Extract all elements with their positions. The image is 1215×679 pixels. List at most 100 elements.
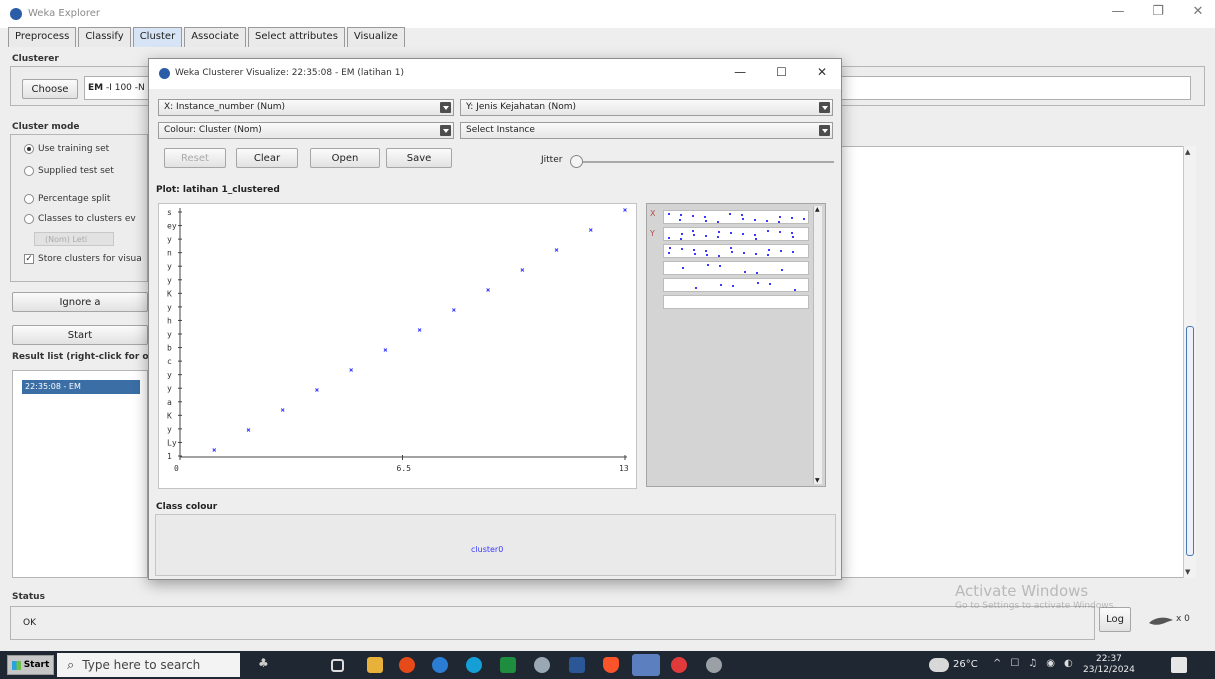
select-instance-select[interactable]: Select Instance — [460, 122, 833, 139]
attribute-bar[interactable] — [663, 295, 809, 309]
x-axis-select[interactable]: X: Instance_number (Num) — [158, 99, 454, 116]
radio-classes-to-clusters[interactable]: Classes to clusters ev — [24, 214, 136, 224]
attribute-dot — [694, 253, 696, 255]
attribute-bar[interactable] — [663, 210, 809, 224]
y-tick-label: b — [167, 344, 172, 353]
activate-windows-subtext: Go to Settings to activate Windows. — [955, 601, 1117, 611]
scroll-down-icon[interactable]: ▼ — [1185, 568, 1190, 576]
dialog-maximize-icon[interactable]: ☐ — [776, 65, 787, 79]
close-icon[interactable]: ✕ — [1191, 4, 1205, 19]
data-point[interactable] — [451, 308, 456, 312]
dialog-minimize-icon[interactable]: — — [734, 65, 746, 79]
x-tick-label: 6.5 — [397, 464, 412, 473]
dialog-close-icon[interactable]: ✕ — [817, 65, 827, 79]
data-point[interactable] — [315, 388, 319, 392]
weka-taskbar-icon[interactable] — [632, 654, 660, 676]
data-point[interactable] — [623, 208, 627, 212]
network-app-icon[interactable] — [534, 657, 550, 673]
choose-button[interactable]: Choose — [22, 79, 78, 99]
windows-logo-icon — [11, 660, 21, 670]
ignore-attributes-button[interactable]: Ignore a — [12, 292, 148, 312]
tab-cluster[interactable]: Cluster — [132, 27, 183, 47]
data-point[interactable] — [554, 248, 559, 252]
excel-icon[interactable] — [500, 657, 516, 673]
attribute-dot — [754, 219, 756, 221]
data-point[interactable] — [212, 448, 217, 452]
scrollbar-thumb[interactable] — [1186, 326, 1194, 556]
data-point[interactable] — [588, 228, 593, 232]
notifications-icon[interactable] — [1171, 657, 1187, 673]
scroll-up-icon[interactable]: ▲ — [1185, 148, 1190, 156]
taskbar-search-box[interactable]: ⌕ Type here to search — [57, 653, 240, 677]
y-tick-label: 1 — [167, 452, 172, 461]
dialog-title: Weka Clusterer Visualize: 22:35:08 - EM … — [175, 68, 404, 78]
attribute-dot — [720, 284, 722, 286]
data-point[interactable] — [246, 428, 251, 432]
result-list-label: Result list (right-click for op — [12, 352, 156, 362]
data-point[interactable] — [417, 328, 422, 332]
scroll-down-icon[interactable]: ▼ — [815, 477, 820, 484]
office-icon[interactable] — [399, 657, 415, 673]
attribute-dot — [729, 213, 731, 215]
attribute-bars[interactable] — [663, 210, 809, 312]
attribute-bars-panel[interactable]: X Y ▲ ▼ — [646, 203, 826, 487]
tab-select-attributes[interactable]: Select attributes — [248, 27, 345, 47]
data-point[interactable] — [486, 288, 490, 292]
tab-preprocess[interactable]: Preprocess — [8, 27, 77, 47]
y-tick-label: y — [167, 303, 172, 312]
file-explorer-icon[interactable] — [367, 657, 383, 673]
radio-percentage-split[interactable]: Percentage split — [24, 194, 110, 204]
colour-select[interactable]: Colour: Cluster (Nom) — [158, 122, 454, 139]
class-attribute-select[interactable]: (Nom) Leti — [34, 232, 114, 246]
store-clusters-checkbox[interactable]: ✓ Store clusters for visua — [24, 254, 142, 264]
tab-visualize[interactable]: Visualize — [346, 27, 405, 47]
people-icon[interactable]: ♣ — [258, 656, 288, 672]
jitter-slider-thumb[interactable] — [570, 155, 583, 168]
radio-use-training-set[interactable]: Use training set — [24, 144, 109, 154]
output-scrollbar[interactable]: ▲ ▼ — [1183, 146, 1196, 578]
save-button[interactable]: Save — [386, 148, 452, 168]
attribute-dot — [679, 219, 681, 221]
y-axis-select[interactable]: Y: Jenis Kejahatan (Nom) — [460, 99, 833, 116]
clusterer-name: EM — [88, 83, 104, 93]
onedrive-icon[interactable] — [432, 657, 448, 673]
result-list-item[interactable]: 22:35:08 - EM — [22, 380, 140, 394]
weather-icon[interactable] — [929, 658, 949, 672]
attr-panel-scrollbar[interactable]: ▲ ▼ — [813, 206, 822, 484]
scroll-up-icon[interactable]: ▲ — [815, 206, 820, 213]
misc-app-icon[interactable] — [706, 657, 722, 673]
attribute-bar[interactable] — [663, 244, 809, 258]
data-point[interactable] — [349, 368, 354, 372]
start-button[interactable]: Start — [12, 325, 148, 345]
y-tick-label: h — [167, 316, 172, 325]
attribute-bar[interactable] — [663, 227, 809, 241]
attribute-bar[interactable] — [663, 261, 809, 275]
tab-associate[interactable]: Associate — [184, 27, 247, 47]
jitter-slider-track[interactable] — [572, 161, 834, 163]
edge-icon[interactable] — [466, 657, 482, 673]
clusterer-output-panel[interactable] — [838, 146, 1196, 578]
weather-temp[interactable]: 26°C — [953, 659, 978, 670]
radio-supplied-test-set[interactable]: Supplied test set — [24, 166, 114, 176]
attribute-bar[interactable] — [663, 278, 809, 292]
task-view-icon[interactable] — [331, 659, 344, 672]
tab-classify[interactable]: Classify — [78, 27, 131, 47]
result-list-panel[interactable]: 22:35:08 - EM — [12, 370, 148, 578]
cluster-legend-label[interactable]: cluster0 — [471, 545, 503, 554]
word-icon[interactable] — [569, 657, 585, 673]
brave-icon[interactable] — [603, 657, 619, 673]
maximize-icon[interactable]: ❐ — [1151, 4, 1165, 19]
start-button-taskbar[interactable]: Start — [7, 655, 54, 675]
attribute-dot — [695, 287, 697, 289]
minimize-icon[interactable]: — — [1111, 4, 1125, 19]
data-point[interactable] — [280, 408, 285, 412]
tab-bar: Preprocess Classify Cluster Associate Se… — [8, 27, 407, 47]
scatter-plot[interactable]: s ey y n y y Ky h y b c y y a Ky Ly 1 0 6.5 13 — [158, 203, 637, 489]
open-button[interactable]: Open — [310, 148, 380, 168]
red-app-icon[interactable] — [671, 657, 687, 673]
data-point[interactable] — [383, 348, 388, 352]
taskbar-clock[interactable]: 22:37 23/12/2024 — [1083, 654, 1135, 676]
system-tray-icons[interactable]: ^☐♫◉◐ — [993, 658, 1082, 669]
clear-button[interactable]: Clear — [236, 148, 298, 168]
data-point[interactable] — [520, 268, 525, 272]
